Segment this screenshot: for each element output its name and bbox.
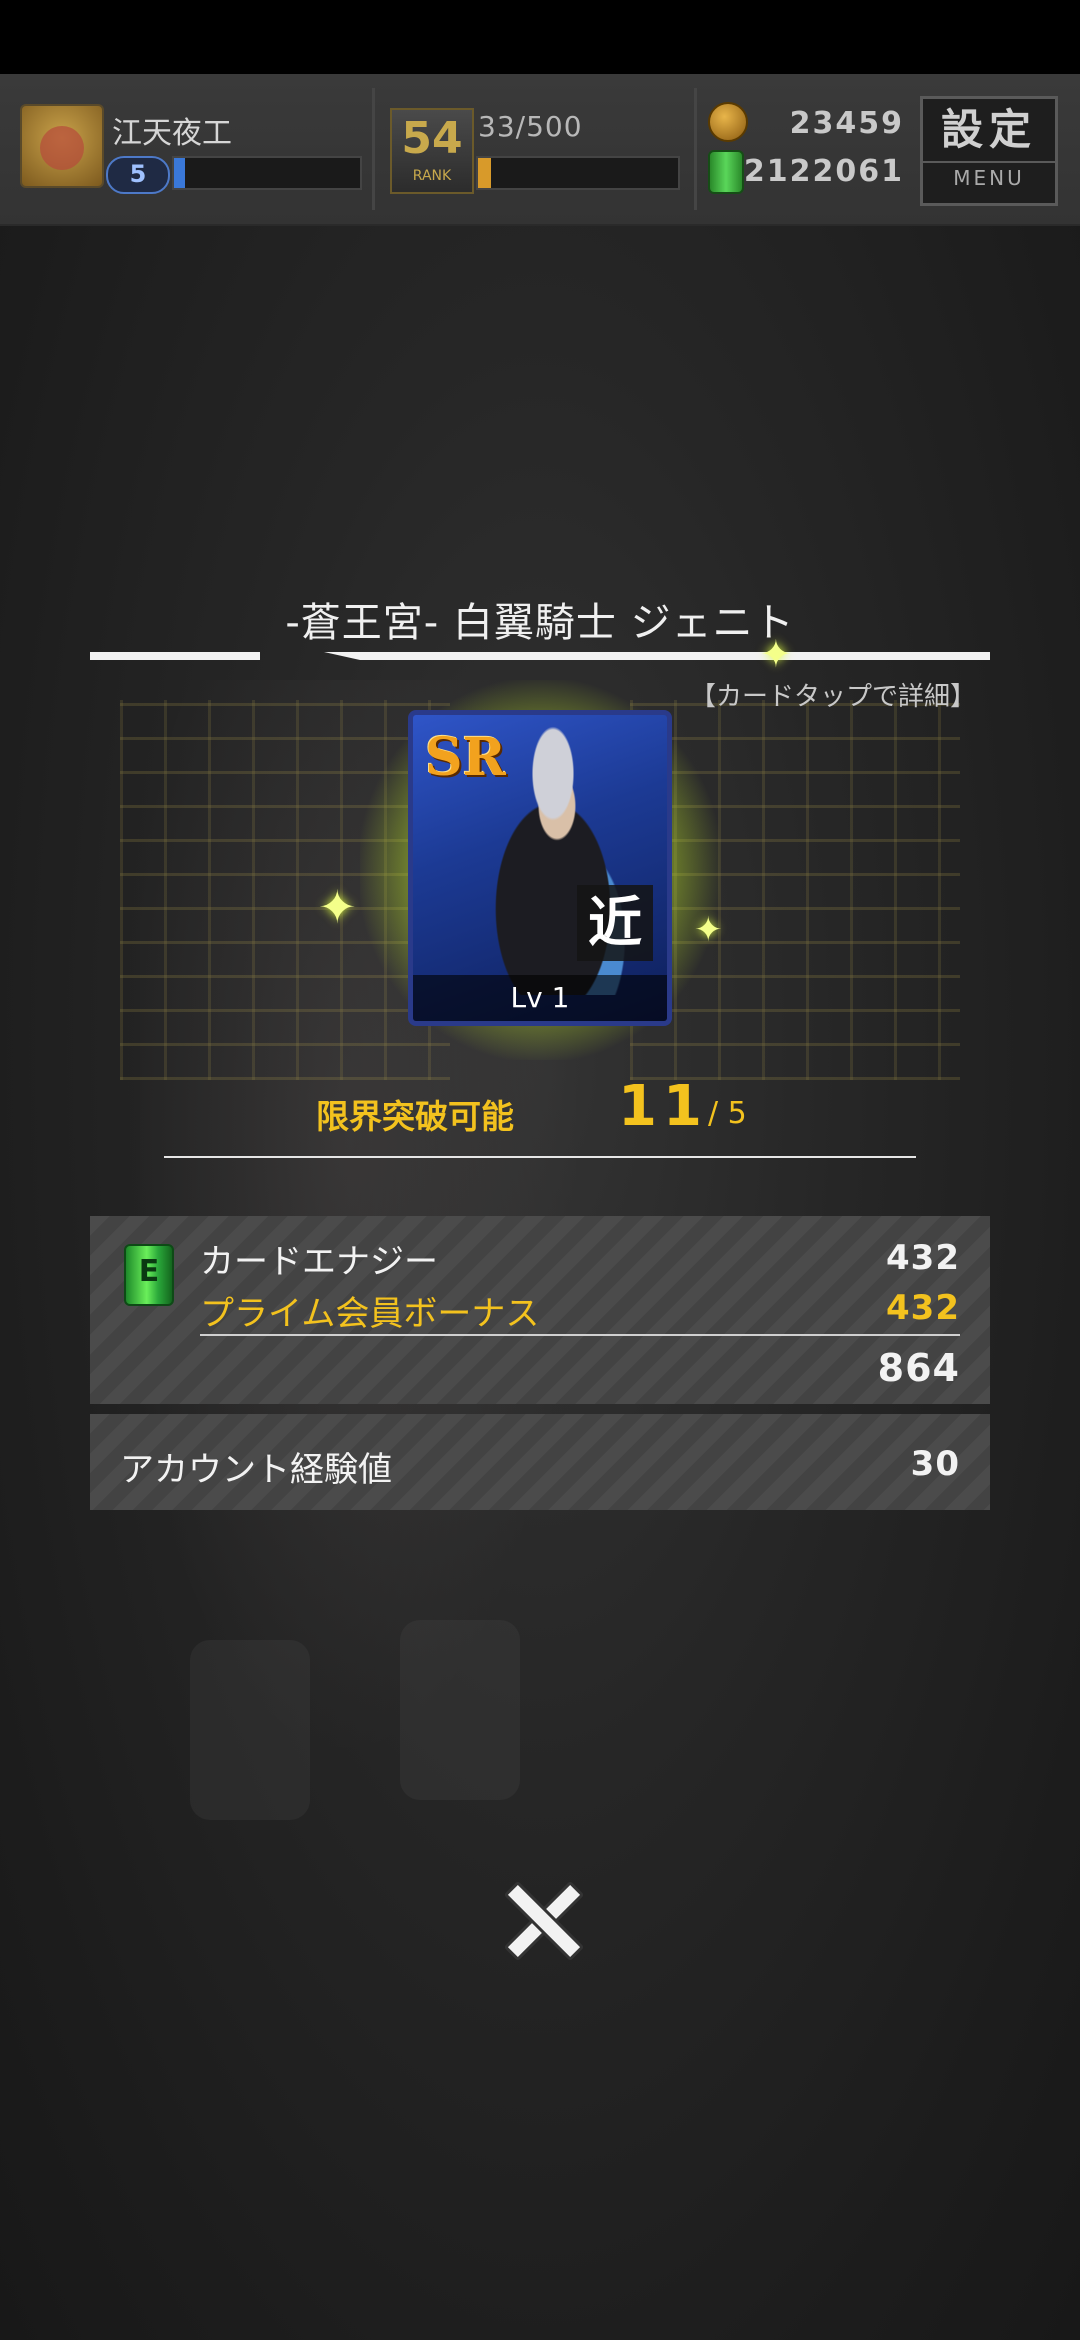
status-bar	[0, 0, 1080, 74]
energy-count: 2122061	[743, 154, 904, 189]
stamina-bar	[476, 156, 680, 190]
header-divider	[372, 88, 375, 210]
card-level: Lv 1	[413, 975, 667, 1021]
prime-bonus-value: 432	[886, 1288, 960, 1328]
close-icon[interactable]	[500, 1878, 580, 1958]
energy-total: 864	[877, 1346, 960, 1390]
account-exp-panel: アカウント経験値 30	[90, 1414, 990, 1510]
card-detail-hint: 【カードタップで詳細】	[689, 682, 976, 712]
settings-label: 設定	[940, 105, 1037, 154]
energy-can-icon	[708, 150, 744, 194]
account-exp-value: 30	[910, 1444, 960, 1484]
player-name: 江天夜工	[112, 116, 232, 151]
player-level-badge: 5	[106, 156, 170, 194]
settings-menu-button[interactable]: 設定 MENU	[920, 96, 1058, 206]
result-screen: 江天夜工 5 54 RANK 33/500 23459 2122061 設定 M…	[0, 0, 1080, 2340]
sparkle-icon: ✦	[318, 880, 357, 934]
limit-break-divider	[164, 1156, 916, 1158]
top-header: 江天夜工 5 54 RANK 33/500 23459 2122061 設定 M…	[0, 74, 1080, 226]
card-energy-label: カードエナジー	[200, 1242, 438, 1282]
card-energy-value: 432	[886, 1238, 960, 1278]
header-divider	[694, 88, 697, 210]
card-rarity: SR	[425, 727, 506, 788]
card-title: -蒼王宮- 白翼騎士 ジェニト	[285, 600, 795, 646]
energy-reward-panel: カードエナジー 432 プライム会員ボーナス 432 864	[90, 1216, 990, 1404]
rank-number: 54	[401, 113, 463, 164]
exp-bar	[172, 156, 362, 190]
card-type-badge: 近	[577, 885, 653, 961]
limit-break-count: 11	[618, 1074, 708, 1139]
sparkle-icon: ✦	[694, 910, 723, 950]
background-character-boot	[190, 1640, 310, 1820]
exp-bar-fill	[174, 158, 186, 188]
limit-break-max: / 5	[708, 1096, 747, 1131]
player-avatar[interactable]	[20, 104, 104, 188]
coin-count: 23459	[789, 106, 904, 141]
account-exp-label: アカウント経験値	[120, 1450, 392, 1490]
energy-can-icon	[124, 1244, 174, 1306]
stamina-text: 33/500	[478, 110, 583, 143]
sum-divider	[200, 1334, 960, 1336]
sparkle-icon: ✦	[760, 632, 792, 676]
rank-badge: 54 RANK	[390, 108, 474, 194]
obtained-card[interactable]: SR 近 Lv 1	[408, 710, 672, 1026]
menu-label: MENU	[923, 161, 1055, 193]
stamina-bar-fill	[478, 158, 492, 188]
title-underline	[90, 652, 260, 660]
prime-bonus-label: プライム会員ボーナス	[200, 1294, 540, 1334]
background-character-boot	[400, 1620, 520, 1800]
rank-label: RANK	[412, 168, 452, 184]
coin-icon	[708, 102, 748, 142]
limit-break-label: 限界突破可能	[316, 1097, 514, 1136]
